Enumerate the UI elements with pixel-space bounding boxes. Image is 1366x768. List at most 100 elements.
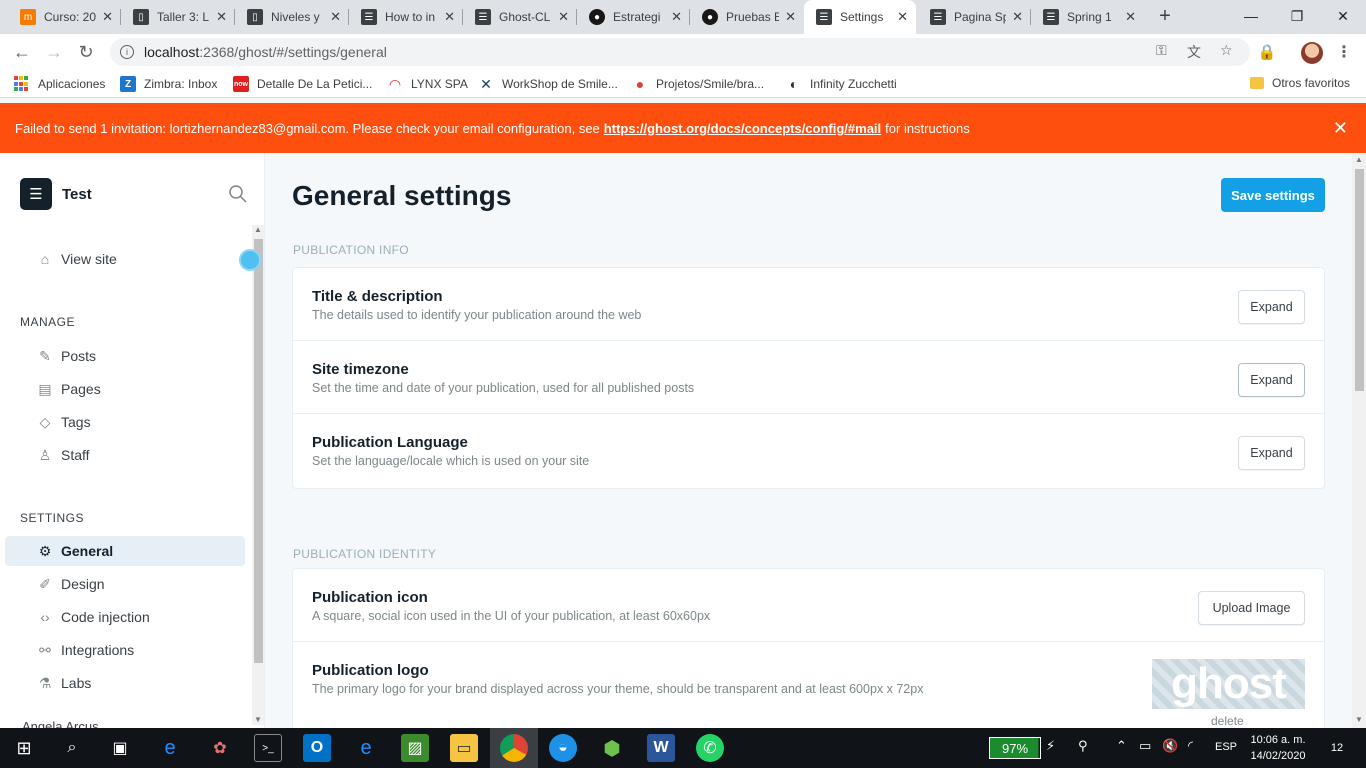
clock[interactable]: 10:06 a. m. 14/02/2020 bbox=[1248, 732, 1308, 764]
save-settings-button[interactable]: Save settings bbox=[1221, 178, 1325, 212]
people-icon[interactable]: ⚲ bbox=[1078, 738, 1088, 754]
volume-icon[interactable]: 🔇 bbox=[1162, 738, 1178, 754]
search-icon[interactable]: ⌕ bbox=[58, 734, 86, 762]
maximize-button[interactable]: ❐ bbox=[1274, 0, 1320, 32]
setting-row-language: Publication Language Set the language/lo… bbox=[293, 414, 1324, 487]
close-icon[interactable]: ✕ bbox=[897, 9, 908, 25]
sidebar-item-tags[interactable]: ◇ Tags bbox=[5, 407, 245, 437]
sidebar-scroll-thumb[interactable] bbox=[254, 239, 263, 663]
forward-button[interactable]: → bbox=[42, 40, 66, 64]
main-scroll-thumb[interactable] bbox=[1355, 169, 1364, 391]
whatsapp-icon[interactable]: ✆ bbox=[696, 734, 724, 762]
logo-image[interactable]: ghost bbox=[1152, 659, 1305, 709]
expand-button[interactable]: Expand bbox=[1238, 290, 1305, 324]
browser-tab[interactable]: ● Estrategi ✕ bbox=[577, 0, 690, 34]
delete-logo-link[interactable]: delete bbox=[1211, 714, 1244, 728]
scroll-up-icon[interactable]: ▲ bbox=[1355, 155, 1363, 164]
browser-tab[interactable]: ☰ Spring 1 ✕ bbox=[1031, 0, 1144, 34]
sidebar-item-labs[interactable]: ⚗ Labs bbox=[5, 668, 245, 698]
bookmark-detalle[interactable]: now Detalle De La Petici... bbox=[233, 76, 372, 92]
translate-icon[interactable]: 文 bbox=[1187, 42, 1201, 62]
sidebar-item-general[interactable]: ⚙ General bbox=[5, 536, 245, 566]
close-icon[interactable]: ✕ bbox=[558, 9, 569, 25]
bookmark-workshop[interactable]: ✕ WorkShop de Smile... bbox=[478, 76, 618, 92]
info-icon[interactable]: i bbox=[120, 45, 134, 59]
close-icon[interactable]: ✕ bbox=[785, 9, 796, 25]
alert-link[interactable]: https://ghost.org/docs/concepts/config/#… bbox=[604, 121, 881, 136]
upload-image-button[interactable]: Upload Image bbox=[1198, 591, 1305, 625]
scroll-down-icon[interactable]: ▼ bbox=[1355, 715, 1363, 724]
close-icon[interactable]: ✕ bbox=[102, 9, 113, 25]
search-icon[interactable] bbox=[228, 184, 248, 204]
browser-tab[interactable]: ▯ Niveles y ✕ bbox=[235, 0, 349, 34]
battery-tray-icon[interactable]: ▭ bbox=[1139, 738, 1151, 754]
close-icon[interactable]: ✕ bbox=[1125, 9, 1136, 25]
close-icon[interactable]: ✕ bbox=[444, 9, 455, 25]
sidebar-item-staff[interactable]: ♙ Staff bbox=[5, 440, 245, 470]
sidebar-scrollbar[interactable]: ▲ ▼ bbox=[252, 225, 264, 725]
sidebar-item-view-site[interactable]: ⌂ View site bbox=[5, 244, 245, 274]
chart-app-icon[interactable]: ▨ bbox=[401, 734, 429, 762]
address-bar[interactable]: i localhost:2368/ghost/#/settings/genera… bbox=[110, 38, 1250, 66]
window-close-button[interactable]: ✕ bbox=[1320, 0, 1366, 32]
plug-icon[interactable]: ⚡ bbox=[1046, 738, 1055, 754]
browser-menu-icon[interactable]: ⋮ bbox=[1336, 42, 1352, 62]
browser-tab[interactable]: m Curso: 20 ✕ bbox=[8, 0, 121, 34]
bookmark-lynx[interactable]: ◠ LYNX SPA bbox=[387, 76, 468, 92]
scroll-down-icon[interactable]: ▼ bbox=[254, 715, 262, 724]
sidebar-item-integrations[interactable]: ⚯ Integrations bbox=[5, 635, 245, 665]
browser-tab[interactable]: ● Pruebas E ✕ bbox=[690, 0, 804, 34]
star-icon[interactable]: ☆ bbox=[1220, 42, 1233, 59]
node-icon[interactable]: ⬢ bbox=[598, 734, 626, 762]
docker-icon[interactable]: ◒ bbox=[549, 734, 577, 762]
extension-icon[interactable]: 🔒 bbox=[1258, 42, 1277, 62]
close-icon[interactable]: ✕ bbox=[671, 9, 682, 25]
bookmark-other[interactable]: Otros favoritos bbox=[1250, 76, 1350, 90]
terminal-icon[interactable]: >_ bbox=[254, 734, 282, 762]
profile-avatar[interactable] bbox=[1301, 42, 1323, 64]
close-icon[interactable]: ✕ bbox=[1333, 118, 1348, 139]
user-menu[interactable]: Angela Arcus bbox=[22, 719, 99, 728]
browser-tab[interactable]: ☰ Ghost-CL ✕ bbox=[463, 0, 577, 34]
expand-button[interactable]: Expand bbox=[1238, 363, 1305, 397]
close-icon[interactable]: ✕ bbox=[1012, 9, 1023, 25]
edge-icon[interactable]: e bbox=[156, 734, 184, 762]
battery-indicator[interactable]: 97% bbox=[989, 737, 1041, 759]
browser-tab[interactable]: ▯ Taller 3: L ✕ bbox=[121, 0, 235, 34]
sidebar-item-posts[interactable]: ✎ Posts bbox=[5, 341, 245, 371]
bookmark-infinity[interactable]: ◐ Infinity Zucchetti bbox=[786, 76, 897, 92]
browser-tab[interactable]: ☰ Pagina Sp ✕ bbox=[918, 0, 1031, 34]
bookmark-projetos[interactable]: ● Projetos/Smile/bra... bbox=[632, 76, 764, 92]
expand-button[interactable]: Expand bbox=[1238, 436, 1305, 470]
ie-icon[interactable]: e bbox=[352, 734, 380, 762]
bookmark-zimbra[interactable]: Z Zimbra: Inbox bbox=[120, 76, 217, 92]
app-icon[interactable]: ✿ bbox=[206, 734, 234, 762]
sidebar-item-design[interactable]: ✐ Design bbox=[5, 569, 245, 599]
browser-tab-active[interactable]: ☰ Settings ✕ bbox=[804, 0, 916, 34]
browser-tab[interactable]: ☰ How to in ✕ bbox=[349, 0, 463, 34]
language-indicator[interactable]: ESP bbox=[1215, 741, 1237, 753]
bookmark-apps[interactable]: Aplicaciones bbox=[14, 76, 105, 92]
main-scrollbar[interactable]: ▲ ▼ bbox=[1352, 153, 1366, 728]
new-tab-button[interactable]: + bbox=[1154, 5, 1176, 27]
chevron-up-icon[interactable]: ⌃ bbox=[1116, 738, 1127, 754]
close-icon[interactable]: ✕ bbox=[330, 9, 341, 25]
task-view-icon[interactable]: ▣ bbox=[106, 734, 134, 762]
site-brand[interactable]: ☰ Test bbox=[20, 178, 92, 210]
close-icon[interactable]: ✕ bbox=[216, 9, 227, 25]
notification-center-icon[interactable]: 12 bbox=[1325, 737, 1349, 759]
sidebar-item-code-injection[interactable]: ‹› Code injection bbox=[5, 602, 245, 632]
key-icon[interactable]: ⚿ bbox=[1156, 42, 1167, 59]
zimbra-icon: Z bbox=[120, 76, 136, 92]
chrome-icon[interactable] bbox=[500, 734, 528, 762]
wifi-icon[interactable]: ◜ bbox=[1188, 738, 1193, 754]
reload-button[interactable]: ↻ bbox=[74, 40, 98, 64]
word-icon[interactable]: W bbox=[647, 734, 675, 762]
minimize-button[interactable]: — bbox=[1228, 0, 1274, 32]
sidebar-item-pages[interactable]: ▤ Pages bbox=[5, 374, 245, 404]
file-explorer-icon[interactable]: ▭ bbox=[450, 734, 478, 762]
windows-start-icon[interactable]: ⊞ bbox=[10, 734, 38, 762]
scroll-up-icon[interactable]: ▲ bbox=[254, 225, 262, 234]
back-button[interactable]: ← bbox=[10, 40, 34, 64]
outlook-icon[interactable]: O bbox=[303, 734, 331, 762]
